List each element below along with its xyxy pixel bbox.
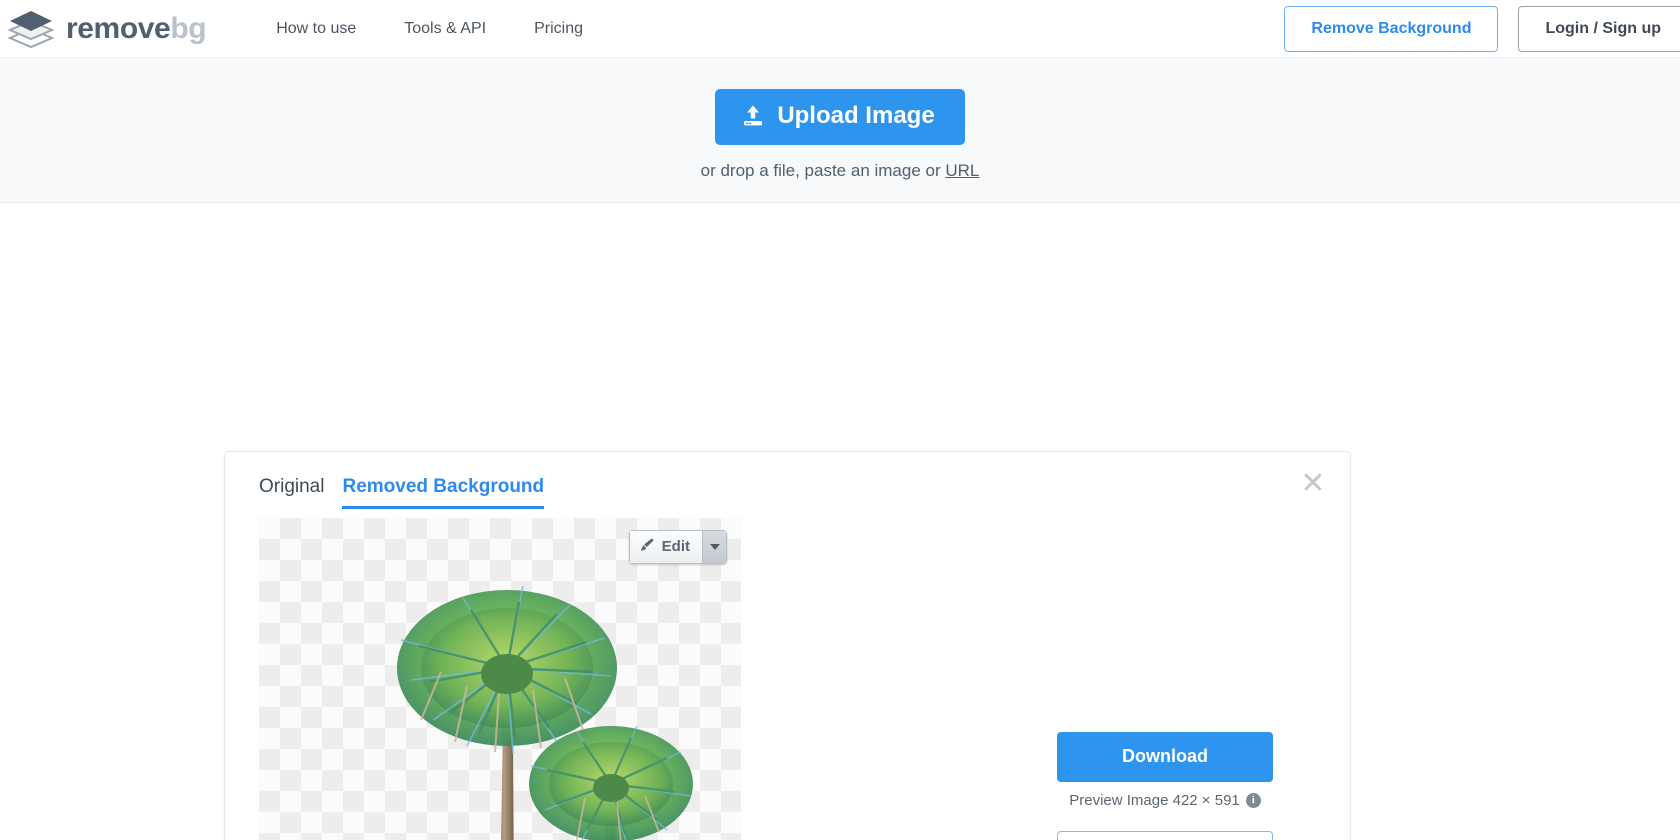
edit-button-group: Edit [628, 530, 727, 564]
main-nav: How to use Tools & API Pricing [276, 20, 583, 38]
upload-hint: or drop a file, paste an image or URL [701, 161, 980, 181]
login-signup-button[interactable]: Login / Sign up [1518, 5, 1680, 52]
logo-text-primary: remove [66, 11, 171, 45]
close-icon[interactable]: ✕ [1298, 469, 1328, 500]
tab-removed-background[interactable]: Removed Background [342, 476, 545, 509]
edit-button[interactable]: Edit [628, 530, 702, 564]
logo[interactable]: removebg [7, 9, 207, 49]
edit-dropdown-toggle[interactable] [702, 530, 727, 564]
brush-icon [640, 537, 655, 556]
nav-item-tools-api[interactable]: Tools & API [404, 20, 486, 38]
tab-original[interactable]: Original [259, 476, 324, 509]
logo-text: removebg [66, 11, 207, 46]
nav-item-how-to-use[interactable]: How to use [276, 20, 356, 38]
upload-url-link[interactable]: URL [945, 161, 979, 180]
header-actions: Remove Background Login / Sign up [1284, 5, 1680, 52]
remove-background-button[interactable]: Remove Background [1284, 5, 1499, 52]
upload-bar: Upload Image or drop a file, paste an im… [0, 58, 1680, 203]
upload-image-button[interactable]: Upload Image [715, 89, 965, 145]
logo-text-secondary: bg [170, 11, 207, 45]
result-card: Original Removed Background ✕ Edit Downl… [224, 451, 1351, 840]
upload-icon [741, 104, 765, 128]
chevron-down-icon [709, 544, 720, 550]
main-stage: Original Removed Background ✕ Edit Downl… [0, 203, 1680, 840]
info-icon-preview[interactable]: i [1245, 793, 1261, 808]
download-button[interactable]: Download [1057, 732, 1273, 782]
palm-trees-image [397, 585, 693, 840]
result-tabs: Original Removed Background [225, 452, 1350, 509]
preview-image-info-text: Preview Image 422 × 591 [1069, 792, 1240, 809]
edit-button-label: Edit [661, 538, 690, 555]
nav-item-pricing[interactable]: Pricing [534, 20, 583, 38]
preview-image-info: Preview Image 422 × 591 i [1069, 792, 1261, 809]
site-header: removebg How to use Tools & API Pricing … [0, 0, 1680, 58]
image-preview[interactable]: Edit [259, 518, 741, 840]
stacked-diamond-logo-icon [7, 9, 55, 49]
download-hd-button[interactable]: Download HD [1057, 831, 1273, 840]
upload-image-label: Upload Image [777, 102, 935, 129]
download-panel: Download Preview Image 422 × 591 i Downl… [1015, 732, 1315, 840]
upload-hint-text: or drop a file, paste an image or [700, 161, 946, 180]
